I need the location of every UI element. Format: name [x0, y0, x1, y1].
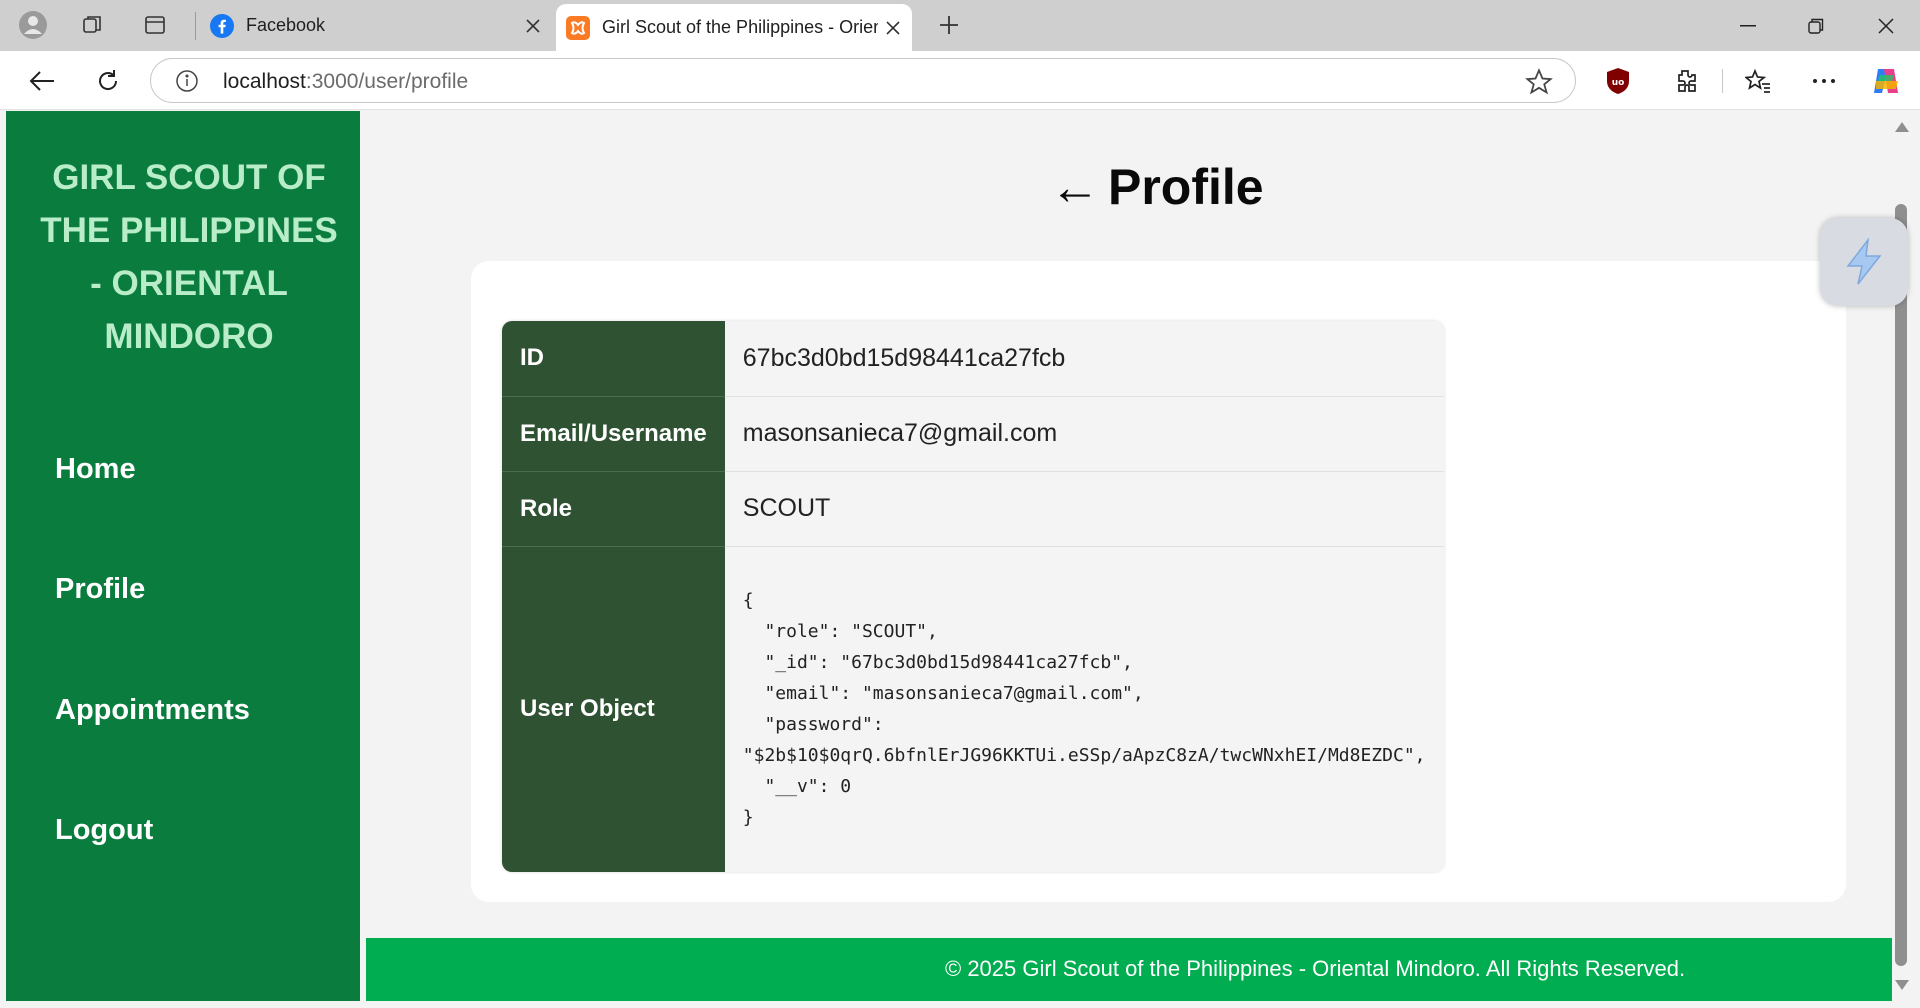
row-label: Role — [502, 471, 725, 547]
facebook-icon — [210, 13, 234, 38]
tab-girl-scout[interactable]: Girl Scout of the Philippines - Oriental… — [556, 4, 912, 51]
page-viewport: GIRL SCOUT OF THE PHILIPPINES - ORIENTAL… — [0, 110, 1920, 1008]
browser-tab-bar: Facebook Girl Scout of the Philippines -… — [0, 0, 1920, 51]
row-label: Email/Username — [502, 396, 725, 472]
close-tab-icon[interactable] — [878, 13, 908, 43]
back-link-arrow[interactable]: ← — [1050, 159, 1100, 215]
table-row: ID 67bc3d0bd15d98441ca27fcb — [502, 321, 1444, 397]
restore-icon[interactable] — [1782, 0, 1850, 51]
brand-title: GIRL SCOUT OF THE PHILIPPINES - ORIENTAL… — [40, 158, 338, 356]
table-row: User Object { "role": "SCOUT", "_id": "6… — [502, 546, 1444, 872]
page-title-text: Profile — [1108, 159, 1264, 215]
workspaces-icon[interactable] — [76, 8, 110, 42]
reload-icon[interactable] — [90, 63, 126, 99]
user-object-json: { "role": "SCOUT", "_id": "67bc3d0bd15d9… — [742, 590, 1426, 829]
user-role-value: SCOUT — [724, 471, 1444, 547]
ublock-shield-icon[interactable]: uo — [1600, 63, 1636, 99]
profile-table: ID 67bc3d0bd15d98441ca27fcb Email/Userna… — [502, 321, 1444, 872]
close-window-icon[interactable] — [1852, 0, 1920, 51]
floating-assistant-widget[interactable] — [1820, 218, 1908, 306]
site-info-icon[interactable] — [175, 69, 199, 93]
sidebar: GIRL SCOUT OF THE PHILIPPINES - ORIENTAL… — [6, 111, 360, 1001]
user-object-cell: { "role": "SCOUT", "_id": "67bc3d0bd15d9… — [724, 546, 1444, 872]
table-row: Role SCOUT — [502, 471, 1444, 547]
user-id-value: 67bc3d0bd15d98441ca27fcb — [724, 321, 1444, 397]
tab-title: Girl Scout of the Philippines - Oriental… — [602, 17, 878, 37]
url-path: :3000/user/profile — [305, 70, 469, 93]
page-footer: © 2025 Girl Scout of the Philippines - O… — [366, 938, 1892, 1001]
page-title: ← Profile — [1050, 158, 1264, 216]
close-tab-icon[interactable] — [518, 11, 548, 41]
sparkle-bolt-icon — [1846, 237, 1882, 285]
scroll-down-icon[interactable] — [1893, 978, 1911, 992]
favorites-list-icon[interactable] — [1740, 63, 1776, 99]
table-row: Email/Username masonsanieca7@gmail.com — [502, 396, 1444, 472]
address-bar[interactable]: localhost:3000/user/profile — [150, 58, 1576, 103]
more-options-icon[interactable] — [1806, 63, 1842, 99]
row-label: ID — [502, 321, 725, 397]
svg-text:uo: uo — [1612, 78, 1625, 88]
nav-appointments-link[interactable]: Appointments — [55, 694, 250, 727]
scrollbar-thumb[interactable] — [1895, 204, 1907, 966]
back-arrow-icon[interactable] — [24, 63, 60, 99]
user-email-value: masonsanieca7@gmail.com — [724, 396, 1444, 472]
new-tab-icon[interactable] — [932, 8, 966, 42]
footer-copyright: © 2025 Girl Scout of the Philippines - O… — [945, 956, 1686, 981]
profile-avatar-icon[interactable] — [16, 8, 50, 42]
browser-toolbar: localhost:3000/user/profile uo — [0, 51, 1920, 110]
extensions-icon[interactable] — [1667, 63, 1703, 99]
row-label: User Object — [502, 546, 725, 872]
minimize-icon[interactable] — [1714, 0, 1782, 51]
nav-profile-link[interactable]: Profile — [55, 573, 145, 606]
tab-title: Facebook — [246, 15, 326, 35]
nav-home-link[interactable]: Home — [55, 453, 136, 486]
favorite-star-icon[interactable] — [1525, 68, 1553, 96]
scroll-up-icon[interactable] — [1893, 120, 1911, 134]
url-text: localhost:3000/user/profile — [223, 70, 468, 94]
nav-logout-link[interactable]: Logout — [55, 814, 153, 847]
tab-actions-icon[interactable] — [138, 8, 172, 42]
url-host: localhost — [223, 70, 306, 93]
tab-facebook[interactable]: Facebook — [200, 0, 552, 51]
copilot-icon[interactable] — [1868, 63, 1904, 99]
xampp-icon — [566, 15, 590, 40]
